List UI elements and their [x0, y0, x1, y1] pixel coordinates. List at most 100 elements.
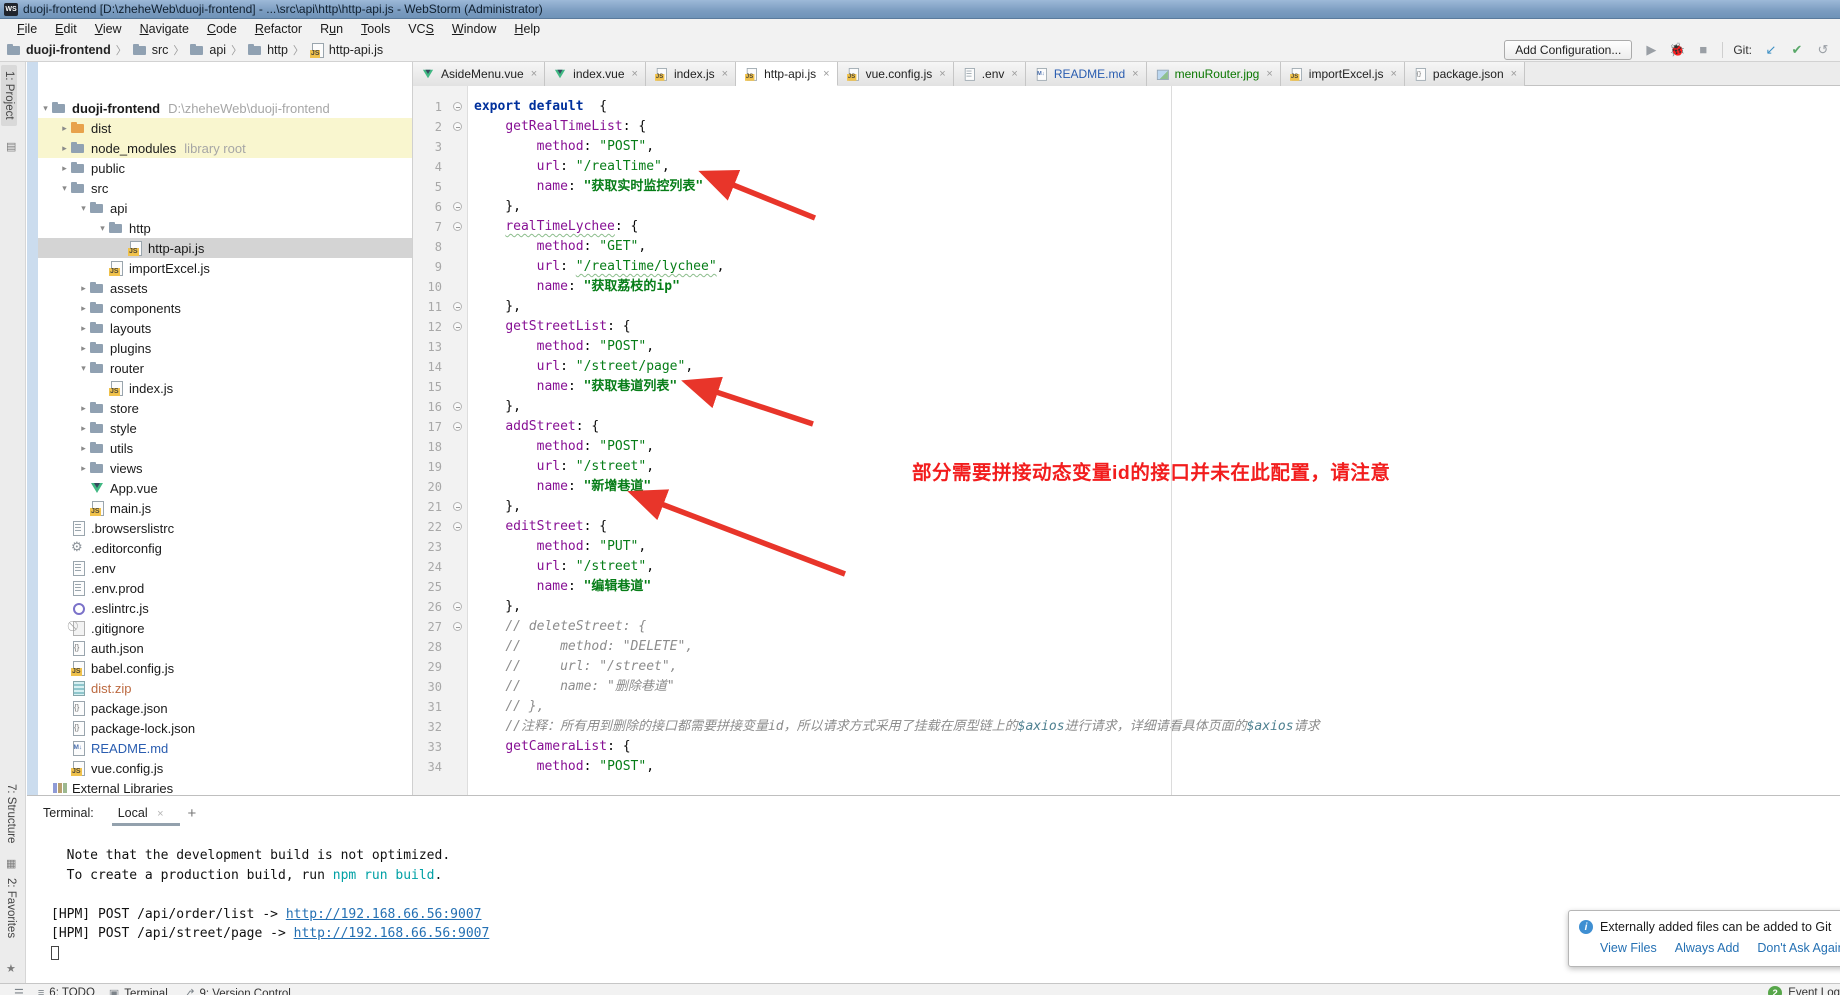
code-line[interactable]: method: "POST",: [474, 437, 1574, 457]
sidebar-item-favorites[interactable]: 2: Favorites: [5, 878, 17, 938]
history-icon[interactable]: ↺: [1814, 42, 1832, 58]
close-icon[interactable]: ×: [939, 68, 945, 80]
sidebar-item-project[interactable]: 1: Project: [1, 65, 17, 126]
terminal-link[interactable]: http://192.168.66.56:9007: [294, 926, 490, 941]
close-icon[interactable]: ×: [632, 68, 638, 80]
close-icon[interactable]: ×: [1511, 68, 1517, 80]
sidebar-item-structure[interactable]: 7: Structure: [5, 784, 17, 843]
tree-item-components[interactable]: ▸components: [38, 298, 412, 318]
code-line[interactable]: addStreet: {: [474, 417, 1574, 437]
code-line[interactable]: method: "POST",: [474, 757, 1574, 777]
tree-item-external-libraries[interactable]: External Libraries: [38, 778, 412, 795]
tab-package.json[interactable]: package.json×: [1405, 62, 1525, 86]
tree-item-.eslintrc.js[interactable]: .eslintrc.js: [38, 598, 412, 618]
fold-marker-icon[interactable]: [453, 222, 462, 231]
chevron-collapsed-icon[interactable]: ▸: [78, 403, 89, 414]
menu-item-tools[interactable]: Tools: [352, 22, 399, 36]
code-line[interactable]: getRealTimeList: {: [474, 117, 1574, 137]
code-line[interactable]: },: [474, 197, 1574, 217]
menu-item-window[interactable]: Window: [443, 22, 505, 36]
tree-item-store[interactable]: ▸store: [38, 398, 412, 418]
tree-item-node-modules[interactable]: ▸node_moduleslibrary root: [38, 138, 412, 158]
tab-importexcel.js[interactable]: importExcel.js×: [1281, 62, 1405, 86]
code-line[interactable]: },: [474, 297, 1574, 317]
code-line[interactable]: method: "POST",: [474, 137, 1574, 157]
chevron-collapsed-icon[interactable]: ▸: [78, 303, 89, 314]
code-line[interactable]: // },: [474, 697, 1574, 717]
chevron-expanded-icon[interactable]: ▾: [78, 363, 89, 374]
menu-item-navigate[interactable]: Navigate: [131, 22, 198, 36]
code-line[interactable]: url: "/street/page",: [474, 357, 1574, 377]
code-line[interactable]: method: "PUT",: [474, 537, 1574, 557]
chevron-collapsed-icon[interactable]: ▸: [78, 343, 89, 354]
breadcrumb-item-http[interactable]: http: [247, 42, 288, 58]
code-line[interactable]: url: "/street",: [474, 557, 1574, 577]
code-line[interactable]: method: "POST",: [474, 337, 1574, 357]
notification-link-always-add[interactable]: Always Add: [1675, 941, 1740, 955]
tree-item-utils[interactable]: ▸utils: [38, 438, 412, 458]
tree-item-layouts[interactable]: ▸layouts: [38, 318, 412, 338]
tree-item-assets[interactable]: ▸assets: [38, 278, 412, 298]
tree-item-.env[interactable]: .env: [38, 558, 412, 578]
tree-item-importexcel.js[interactable]: importExcel.js: [38, 258, 412, 278]
code-line[interactable]: url: "/realTime",: [474, 157, 1574, 177]
code-line[interactable]: name: "获取巷道列表": [474, 377, 1574, 397]
code-line[interactable]: },: [474, 597, 1574, 617]
tab-index.vue[interactable]: index.vue×: [545, 62, 646, 86]
close-icon[interactable]: ×: [531, 68, 537, 80]
tree-item-package.json[interactable]: package.json: [38, 698, 412, 718]
tab-index.js[interactable]: index.js×: [646, 62, 736, 86]
tree-item-duoji-frontend[interactable]: ▾duoji-frontendD:\zheheWeb\duoji-fronten…: [38, 98, 412, 118]
terminal-link[interactable]: http://192.168.66.56:9007: [286, 907, 482, 922]
terminal-tab-local[interactable]: Local ×: [116, 798, 166, 828]
update-project-icon[interactable]: ↙: [1762, 42, 1780, 58]
breadcrumb-item-src[interactable]: src: [132, 42, 169, 58]
status-item-menu[interactable]: ☰: [14, 987, 24, 995]
fold-marker-icon[interactable]: [453, 602, 462, 611]
code-line[interactable]: getStreetList: {: [474, 317, 1574, 337]
tree-item-router[interactable]: ▾router: [38, 358, 412, 378]
code-line[interactable]: // url: "/street",: [474, 657, 1574, 677]
code-line[interactable]: // name: "删除巷道": [474, 677, 1574, 697]
debug-icon[interactable]: 🐞: [1668, 42, 1686, 58]
code-line[interactable]: name: "编辑巷道": [474, 577, 1574, 597]
tree-item-package-lock.json[interactable]: package-lock.json: [38, 718, 412, 738]
close-icon[interactable]: ×: [823, 68, 829, 80]
tree-item-.editorconfig[interactable]: .editorconfig: [38, 538, 412, 558]
fold-marker-icon[interactable]: [453, 122, 462, 131]
tree-item-.env.prod[interactable]: .env.prod: [38, 578, 412, 598]
close-icon[interactable]: ×: [722, 68, 728, 80]
chevron-collapsed-icon[interactable]: ▸: [78, 323, 89, 334]
code-line[interactable]: url: "/realTime/lychee",: [474, 257, 1574, 277]
code-line[interactable]: },: [474, 497, 1574, 517]
code-line[interactable]: editStreet: {: [474, 517, 1574, 537]
tab-vue.config.js[interactable]: vue.config.js×: [838, 62, 954, 86]
chevron-collapsed-icon[interactable]: ▸: [59, 123, 70, 134]
close-icon[interactable]: ×: [1011, 68, 1017, 80]
menu-item-edit[interactable]: Edit: [46, 22, 86, 36]
fold-marker-icon[interactable]: [453, 502, 462, 511]
status-item-terminal[interactable]: ▣Terminal: [109, 987, 168, 995]
tree-item-babel.config.js[interactable]: babel.config.js: [38, 658, 412, 678]
new-terminal-session-button[interactable]: +: [188, 805, 197, 822]
chevron-collapsed-icon[interactable]: ▸: [59, 163, 70, 174]
menu-item-view[interactable]: View: [86, 22, 131, 36]
tree-item-.gitignore[interactable]: .gitignore: [38, 618, 412, 638]
chevron-expanded-icon[interactable]: ▾: [59, 183, 70, 194]
title-bar[interactable]: WS duoji-frontend [D:\zheheWeb\duoji-fro…: [0, 0, 1840, 19]
tab-readme.md[interactable]: README.md×: [1026, 62, 1147, 86]
tab-menurouter.jpg[interactable]: menuRouter.jpg×: [1147, 62, 1281, 86]
fold-marker-icon[interactable]: [453, 422, 462, 431]
chevron-collapsed-icon[interactable]: ▸: [78, 443, 89, 454]
close-icon[interactable]: ×: [157, 808, 163, 820]
tree-item-views[interactable]: ▸views: [38, 458, 412, 478]
chevron-collapsed-icon[interactable]: ▸: [59, 143, 70, 154]
chevron-expanded-icon[interactable]: ▾: [78, 203, 89, 214]
close-icon[interactable]: ×: [1390, 68, 1396, 80]
fold-marker-icon[interactable]: [453, 102, 462, 111]
notification-link-don-t-ask-again[interactable]: Don't Ask Again: [1757, 941, 1840, 955]
code-line[interactable]: },: [474, 397, 1574, 417]
status-item-6--todo[interactable]: ≡6: TODO: [38, 987, 95, 995]
chevron-collapsed-icon[interactable]: ▸: [78, 463, 89, 474]
close-icon[interactable]: ×: [1132, 68, 1138, 80]
